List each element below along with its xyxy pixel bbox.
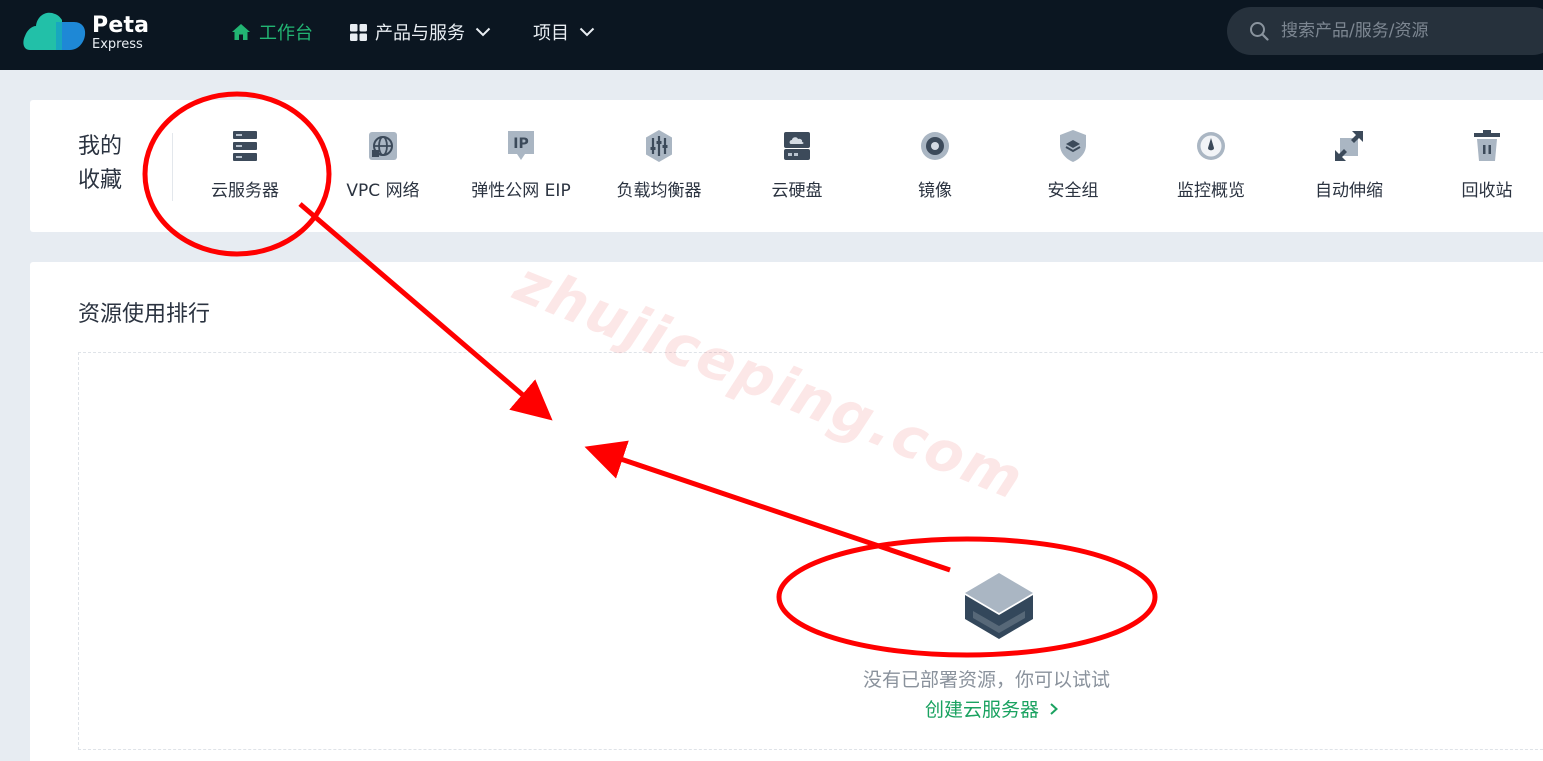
favorite-label: 安全组	[1047, 181, 1099, 201]
favorites-title: 我的收藏	[78, 134, 123, 193]
favorite-label: 回收站	[1461, 181, 1513, 201]
resource-ranking-card: 资源使用排行 没有已部署资源，你可以试试 创建云服务器	[30, 262, 1543, 761]
nav-projects[interactable]: 项目	[533, 18, 595, 46]
favorite-label: 负载均衡器	[616, 181, 702, 201]
cloud-disk-icon	[784, 132, 810, 160]
favorite-label: 自动伸缩	[1315, 181, 1383, 201]
image-disc-icon	[921, 132, 949, 160]
search-icon	[1250, 22, 1269, 41]
empty-state-text: 没有已部署资源，你可以试试	[863, 669, 1111, 691]
nav-projects-label: 项目	[533, 23, 569, 44]
grid-icon	[350, 23, 367, 41]
favorite-cloud-server[interactable]: 云服务器	[180, 128, 310, 208]
top-navbar: Peta Express 工作台 产品与服务 项目	[0, 0, 1543, 70]
brand-name: Peta	[92, 13, 150, 38]
empty-box-icon	[965, 573, 1033, 639]
nav-workbench-label: 工作台	[259, 23, 313, 44]
favorite-label: VPC 网络	[346, 181, 420, 201]
favorite-label: 云服务器	[211, 181, 279, 201]
create-server-link-label: 创建云服务器	[925, 699, 1040, 721]
favorites-divider	[172, 133, 173, 201]
brand-subname: Express	[92, 37, 143, 52]
global-search[interactable]	[1227, 7, 1543, 55]
favorite-monitoring[interactable]: 监控概览	[1146, 128, 1276, 208]
favorite-security-group[interactable]: 安全组	[1008, 128, 1138, 208]
favorite-eip[interactable]: IP 弹性公网 EIP	[456, 128, 586, 208]
favorite-label: 弹性公网 EIP	[471, 181, 571, 201]
chevron-down-icon	[579, 27, 595, 37]
search-input[interactable]	[1281, 21, 1521, 41]
ranking-empty-area: 没有已部署资源，你可以试试 创建云服务器	[78, 352, 1543, 750]
favorites-card: 我的收藏 云服务器 VPC 网络 IP 弹性公网 EIP 负载均衡器 云硬盘 镜…	[30, 100, 1543, 232]
ip-tag-icon: IP	[508, 131, 534, 160]
trash-icon	[1474, 130, 1500, 161]
auto-scale-icon	[1335, 131, 1363, 161]
nav-workbench[interactable]: 工作台	[231, 18, 313, 46]
favorite-cloud-disk[interactable]: 云硬盘	[732, 128, 862, 208]
svg-text:IP: IP	[513, 136, 528, 152]
favorite-label: 监控概览	[1177, 181, 1245, 201]
shield-icon	[1060, 130, 1086, 162]
favorite-auto-scaling[interactable]: 自动伸缩	[1284, 128, 1414, 208]
server-icon	[233, 131, 257, 161]
favorite-load-balancer[interactable]: 负载均衡器	[594, 128, 724, 208]
load-balancer-icon	[646, 130, 672, 162]
home-icon	[232, 24, 250, 40]
favorite-label: 镜像	[918, 181, 952, 201]
cloud-logo-icon	[23, 12, 86, 50]
chevron-right-icon	[1050, 703, 1059, 715]
nav-products[interactable]: 产品与服务	[350, 18, 491, 46]
favorite-label: 云硬盘	[771, 181, 823, 201]
ranking-title: 资源使用排行	[78, 302, 211, 327]
gauge-icon	[1197, 132, 1225, 160]
brand-logo[interactable]: Peta Express	[22, 10, 162, 56]
nav-products-label: 产品与服务	[375, 23, 465, 44]
chevron-down-icon	[475, 27, 491, 37]
favorite-recycle-bin[interactable]: 回收站	[1422, 128, 1543, 208]
create-server-link[interactable]: 创建云服务器	[925, 695, 1059, 722]
favorite-image[interactable]: 镜像	[870, 128, 1000, 208]
favorite-vpc-network[interactable]: VPC 网络	[318, 128, 448, 208]
globe-network-icon	[369, 132, 397, 160]
